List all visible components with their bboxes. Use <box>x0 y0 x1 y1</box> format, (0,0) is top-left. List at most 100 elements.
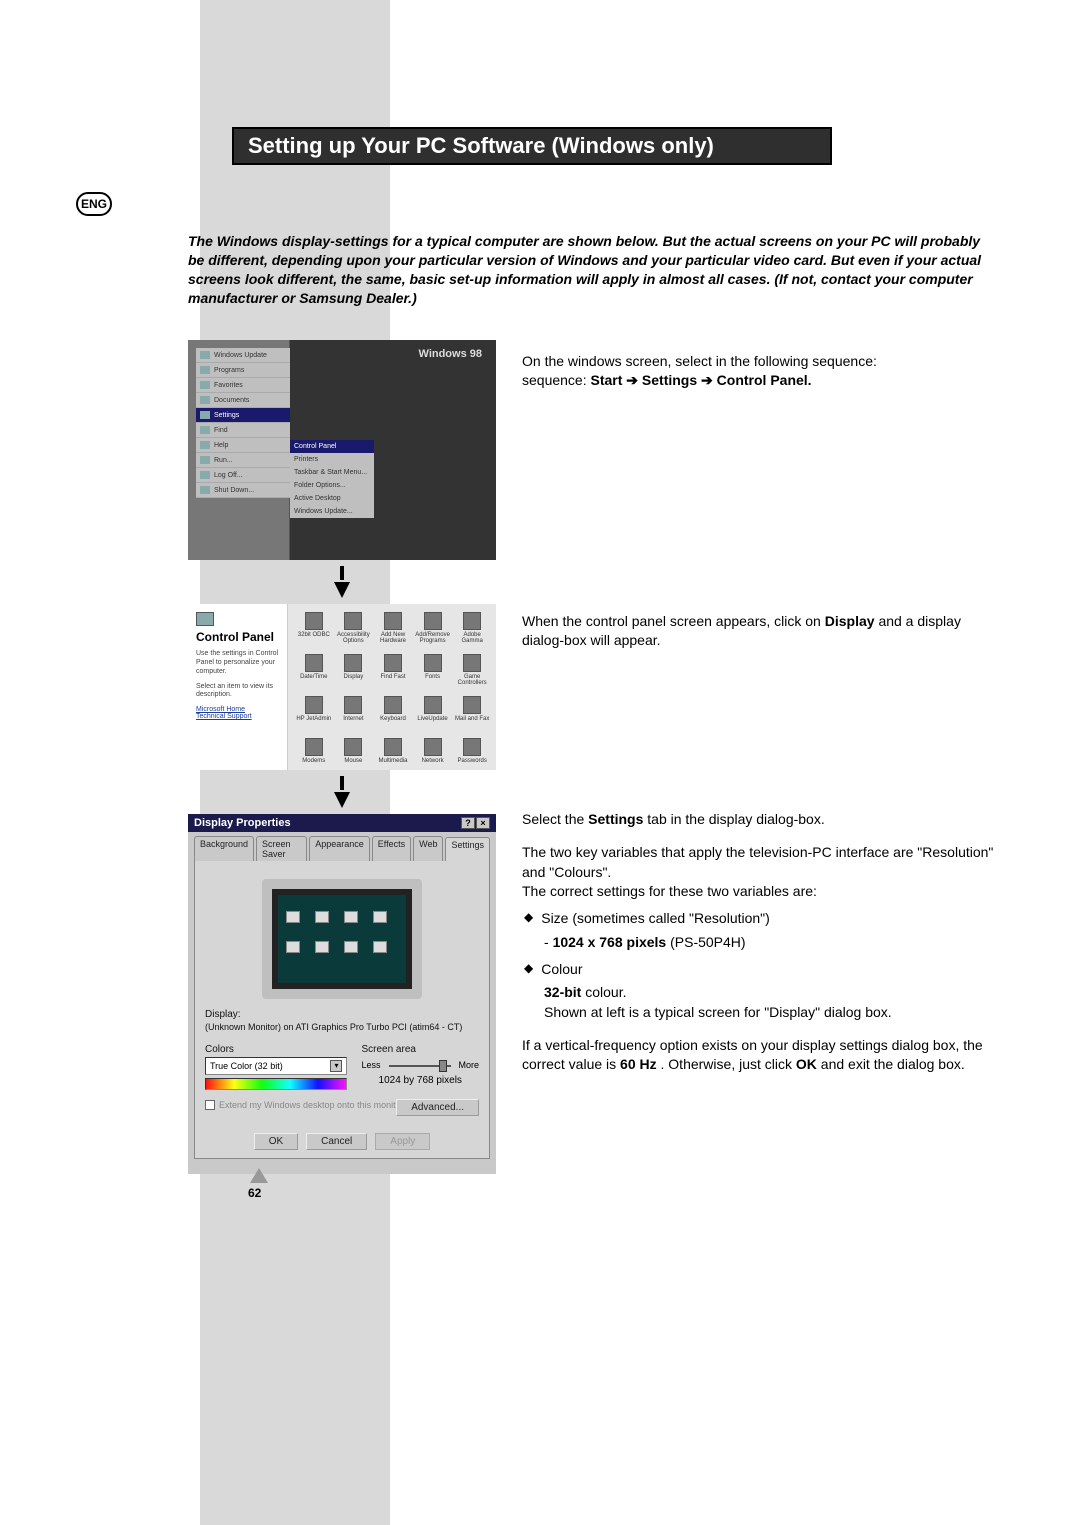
start-item: Log Off... <box>214 472 243 479</box>
arrow-icon: ➔ <box>701 372 717 388</box>
step2-b: Display <box>825 613 875 629</box>
logoff-icon <box>200 471 210 479</box>
step3f-d: OK <box>796 1056 817 1072</box>
slider-less: Less <box>361 1060 380 1070</box>
step1-seq-prefix: sequence: <box>522 372 591 388</box>
monitor-preview <box>262 879 422 999</box>
cp-item-icon <box>384 654 402 672</box>
start-item: Programs <box>214 367 244 374</box>
start-item: Documents <box>214 397 249 404</box>
cp-title: Control Panel <box>196 630 279 644</box>
cp-item-icon <box>424 696 442 714</box>
cp-item-icon <box>344 654 362 672</box>
cp-icon <box>196 612 214 626</box>
find-icon <box>200 426 210 434</box>
step-2: When the control panel screen appears, c… <box>522 612 1002 657</box>
help-icon <box>200 441 210 449</box>
submenu-item: Active Desktop <box>290 492 374 505</box>
bullet-icon: ◆ <box>524 909 533 928</box>
resolution-value-text: 1024 x 768 pixels <box>553 934 667 950</box>
cp-item: Add/Remove Programs <box>415 632 451 644</box>
colors-select: True Color (32 bit) ▾ <box>205 1057 347 1075</box>
cp-item: Mail and Fax <box>455 716 489 722</box>
model-text: (PS-50P4H) <box>670 934 745 950</box>
cp-item-icon <box>424 612 442 630</box>
cp-link-mshome: Microsoft Home <box>196 706 279 713</box>
run-icon <box>200 456 210 464</box>
step3-e: The correct settings for these two varia… <box>522 883 817 899</box>
cp-item-icon <box>424 738 442 756</box>
cp-item: Add New Hardware <box>375 632 411 644</box>
step3f-e: and exit the dialog box. <box>821 1056 965 1072</box>
cp-item-icon <box>305 654 323 672</box>
start-item: Find <box>214 427 228 434</box>
step-3: Select the Settings tab in the display d… <box>522 810 1002 1080</box>
cp-item: Passwords <box>458 758 487 764</box>
cp-item: Display <box>344 674 364 680</box>
cp-item: Adobe Gamma <box>454 632 490 644</box>
figure-control-panel: Control Panel Use the settings in Contro… <box>188 604 496 770</box>
cp-item: 32bit ODBC <box>298 632 330 638</box>
cp-item-icon <box>305 738 323 756</box>
favorites-icon <box>200 381 210 389</box>
submenu-item: Printers <box>290 453 374 466</box>
checkbox-icon <box>205 1100 215 1110</box>
cp-item-icon <box>384 738 402 756</box>
cp-item: Multimedia <box>378 758 407 764</box>
cp-item-icon <box>463 654 481 672</box>
resolution-value: 1024 by 768 pixels <box>361 1075 479 1086</box>
screen-area-label: Screen area <box>361 1044 479 1055</box>
submenu-item: Folder Options... <box>290 479 374 492</box>
cancel-button: Cancel <box>306 1133 367 1150</box>
page-number: 62 <box>248 1186 261 1200</box>
start-item: Help <box>214 442 228 449</box>
cp-item: Fonts <box>425 674 440 680</box>
language-badge: ENG <box>76 192 112 216</box>
cp-item: Date/Time <box>300 674 327 680</box>
cp-item-icon <box>424 654 442 672</box>
page-title: Setting up Your PC Software (Windows onl… <box>232 127 832 165</box>
cp-link-support: Technical Support <box>196 713 279 720</box>
step1-cp: Control Panel. <box>717 372 812 388</box>
step3-d: The two key variables that apply the tel… <box>522 844 993 879</box>
intro-paragraph: The Windows display-settings for a typic… <box>188 232 988 308</box>
monitor-icons <box>278 895 406 983</box>
cp-item: LiveUpdate <box>417 716 447 722</box>
color-swatch <box>205 1078 347 1090</box>
cp-item-icon <box>305 612 323 630</box>
colour-note: Shown at left is a typical screen for "D… <box>544 1004 892 1020</box>
cp-desc2: Select an item to view its description. <box>196 683 279 701</box>
figure-start-menu: Windows 98 Windows Update Programs Favor… <box>188 340 496 560</box>
step-1: On the windows screen, select in the fol… <box>522 352 1002 391</box>
tab-web: Web <box>413 836 443 861</box>
cp-item-icon <box>305 696 323 714</box>
colour-bits: 32-bit <box>544 984 581 1000</box>
dialog-title-text: Display Properties <box>194 817 291 829</box>
display-label: Display: <box>205 1009 479 1020</box>
submenu-item: Control Panel <box>290 440 374 453</box>
arrow-stem <box>340 566 344 580</box>
bullet-icon: ◆ <box>524 960 533 979</box>
cp-item-icon <box>463 612 481 630</box>
extend-label: Extend my Windows desktop onto this moni… <box>219 1100 406 1110</box>
slider-thumb <box>439 1060 447 1072</box>
dialog-button-row: OK Cancel Apply <box>195 1133 489 1150</box>
tab-settings: Settings <box>445 837 490 862</box>
cp-icon-grid: 32bit ODBC Accessibility Options Add New… <box>296 612 490 764</box>
start-item: Shut Down... <box>214 487 254 494</box>
cp-item-icon <box>384 612 402 630</box>
start-item: Run... <box>214 457 233 464</box>
tab-screensaver: Screen Saver <box>256 836 307 861</box>
cp-item: Modems <box>302 758 325 764</box>
cp-item: Internet <box>343 716 363 722</box>
step1-settings: Settings <box>642 372 697 388</box>
step3f-c: . Otherwise, just click <box>661 1056 796 1072</box>
step3f-b: 60 Hz <box>620 1056 657 1072</box>
shutdown-icon <box>200 486 210 494</box>
cp-desc: Use the settings in Control Panel to per… <box>196 650 279 676</box>
submenu-item: Windows Update... <box>290 505 374 518</box>
dialog-titlebar: Display Properties ?× <box>188 814 496 832</box>
start-menu: Windows Update Programs Favorites Docume… <box>196 348 290 498</box>
documents-icon <box>200 396 210 404</box>
step3-a: Select the <box>522 811 588 827</box>
